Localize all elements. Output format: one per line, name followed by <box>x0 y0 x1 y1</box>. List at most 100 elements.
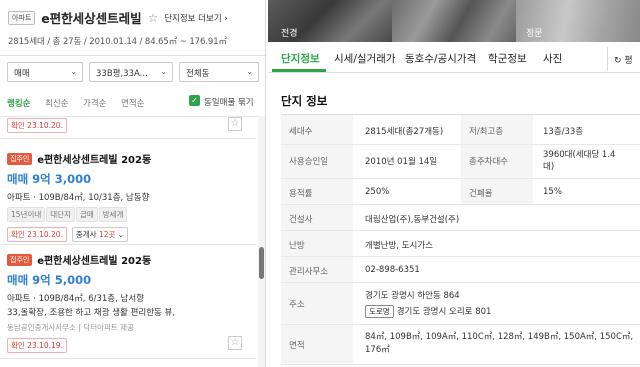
value: 대림산업(주),동부건설(주) <box>365 215 460 225</box>
chevron-down-icon: ⌄ <box>70 67 77 76</box>
owner-badge: 집주인 <box>7 152 33 165</box>
favorite-box-icon[interactable]: ☆ <box>228 117 242 131</box>
listing-tags: 15년이내 대단지 급매 방세개 <box>7 207 256 222</box>
chevron-down-icon: ⌄ <box>117 230 125 239</box>
listing-price: 매매 9억 5,000 <box>7 273 92 287</box>
checkbox-checked-icon[interactable]: ✓ <box>189 95 200 106</box>
complex-name: e편한세상센트레빌 <box>41 11 142 26</box>
value: 13층/33층 <box>543 127 584 137</box>
pyeong-toggle[interactable]: ↻ 평 <box>607 47 640 71</box>
scrollbar-thumb[interactable] <box>259 247 264 279</box>
chevron-down-icon: ⌄ <box>160 67 167 76</box>
tab-unit-price[interactable]: 동호수/공시가격 <box>405 51 476 66</box>
size-select[interactable]: 33B평,33A... ⌄ <box>89 62 173 82</box>
listing-price: 매매 9억 3,000 <box>7 172 92 186</box>
photo-thumbnail[interactable]: 전경 <box>268 0 392 42</box>
refresh-icon: ↻ <box>614 56 622 66</box>
star-icon[interactable]: ☆ <box>148 11 159 25</box>
active-tab-indicator <box>272 69 326 72</box>
label: 난방 <box>281 231 353 256</box>
scrollbar[interactable] <box>258 116 265 367</box>
agent-count-button[interactable]: 중개사 12곳 ⌄ <box>71 227 129 242</box>
sort-latest[interactable]: 최신순 <box>45 97 68 109</box>
divider <box>0 116 258 117</box>
info-row: 세대수 2815세대(총27개동) 저/최고층 13층/33층 <box>281 115 640 145</box>
listing-name: e편한세상센트레빌 202동 <box>37 155 152 166</box>
complex-summary: 2815세대 / 총 27동 / 2010.01.14 / 84.65㎡ ~ 1… <box>8 37 227 47</box>
value: 2815세대(총27개동) <box>365 127 444 137</box>
tab-complex-info[interactable]: 단지정보 <box>281 51 320 66</box>
label: 세대수 <box>281 115 353 144</box>
confirm-date: 확인 23.10.20. <box>7 118 67 133</box>
tag: 방세개 <box>98 207 128 222</box>
info-row: 관리사무소 02-898-6351 <box>281 257 640 283</box>
divider <box>0 55 265 56</box>
info-row: 용적률 250% 건폐율 15% <box>281 179 640 205</box>
value: 2010년 01월 14일 <box>365 157 438 167</box>
label: 건설사 <box>281 205 353 230</box>
label: 주소 <box>281 283 353 324</box>
value[interactable]: 02-898-6351 <box>365 265 420 275</box>
label: 저/최고층 <box>461 115 533 144</box>
confirm-date: 확인 23.10.19. <box>7 338 67 353</box>
favorite-box-icon[interactable]: ☆ <box>228 336 242 350</box>
value: 3960대(세대당 1.4대) <box>543 150 616 172</box>
confirm-date: 확인 23.10.20. <box>7 227 67 242</box>
value: 경기도 광명시 하안동 864 <box>365 291 460 301</box>
sort-bar: 랭킹순 최신순 가격순 면적순 ✓ 동일매물 묶기 <box>7 95 259 111</box>
section-title: 단지 정보 <box>281 94 328 108</box>
divider <box>0 138 256 139</box>
listing-spec: 아파트 · 109B/84㎡, 6/31층, 남서향 <box>7 294 144 304</box>
value: 250% <box>365 187 390 197</box>
photo-caption: 전경 <box>281 29 298 39</box>
label: 총주차대수 <box>461 145 533 178</box>
more-info-link[interactable]: 단지정보 더보기 › <box>164 14 228 24</box>
info-row: 건설사 대림산업(주),동부건설(주) <box>281 205 640 231</box>
apartment-badge: 아파트 <box>8 10 36 25</box>
label: 사용승인일 <box>281 145 353 178</box>
complex-header: 아파트 e편한세상센트레빌 ☆ 단지정보 더보기 › 2815세대 / 총 27… <box>0 0 265 52</box>
detail-panel: 전경 정문 단지정보 시세/실거래가 동호수/공시가격 학군정보 사진 ↻ 평 … <box>268 0 640 367</box>
photo-thumbnail[interactable] <box>392 0 516 42</box>
tab-photos[interactable]: 사진 <box>543 51 562 66</box>
label: 관리사무소 <box>281 257 353 282</box>
divider <box>0 244 256 245</box>
tag: 15년이내 <box>7 207 46 222</box>
listing-source: 동남공인중개사사무소 | 닥터아파트 제공 <box>7 323 134 332</box>
owner-badge: 집주인 <box>7 253 33 266</box>
chevron-down-icon: ⌄ <box>246 67 253 76</box>
label: 건폐율 <box>461 179 533 204</box>
road-badge: 도로명 <box>365 305 394 318</box>
listing-panel: 아파트 e편한세상센트레빌 ☆ 단지정보 더보기 › 2815세대 / 총 27… <box>0 0 266 367</box>
info-row: 면적 84㎡, 109B㎡, 109A㎡, 110C㎡, 128㎡, 149B㎡… <box>281 325 640 365</box>
road-address: 도로명 경기도 광명시 오리로 801 <box>365 305 491 318</box>
info-row: 난방 개별난방, 도시가스 <box>281 231 640 257</box>
label: 용적률 <box>281 179 353 204</box>
same-listing-label: 동일매물 묶기 <box>204 98 254 108</box>
listing-name: e편한세상센트레빌 202동 <box>37 256 152 267</box>
photo-strip: 전경 정문 <box>268 0 640 42</box>
photo-thumbnail[interactable]: 정문 <box>516 0 640 42</box>
tag: 대단지 <box>46 207 75 222</box>
dong-select[interactable]: 전체동 ⌄ <box>179 62 259 82</box>
sort-price[interactable]: 가격순 <box>83 97 106 109</box>
value: 15% <box>543 187 562 197</box>
trade-type-select[interactable]: 매매 ⌄ <box>7 62 83 82</box>
tab-school[interactable]: 학군정보 <box>488 51 527 66</box>
listing-item[interactable]: 확인 23.10.20. <box>0 118 256 136</box>
info-row: 주소 경기도 광명시 하안동 864 도로명 경기도 광명시 오리로 801 <box>281 283 640 325</box>
photo-caption: 정문 <box>526 29 543 39</box>
tab-price[interactable]: 시세/실거래가 <box>334 51 396 66</box>
tag: 급매 <box>75 207 98 222</box>
listing-item[interactable]: 집주인 e편한세상센트레빌 202동 매매 9억 5,000 아파트 · 109… <box>0 252 256 362</box>
divider <box>0 358 256 359</box>
label: 면적 <box>281 325 353 364</box>
listing-item[interactable]: 집주인 e편한세상센트레빌 202동 매매 9억 3,000 아파트 · 109… <box>0 151 256 242</box>
info-row: 사용승인일 2010년 01월 14일 총주차대수 3960대(세대당 1.4대… <box>281 145 640 179</box>
listing-description: 33,올확장, 조용한 하고 채광 생활 편리한동 뷰, <box>7 308 176 318</box>
complex-info-table: 세대수 2815세대(총27개동) 저/최고층 13층/33층 사용승인일 20… <box>281 114 640 365</box>
filter-bar: 매매 ⌄ 33B평,33A... ⌄ 전체동 ⌄ <box>7 62 259 84</box>
sort-ranking[interactable]: 랭킹순 <box>7 97 30 109</box>
sort-area[interactable]: 면적순 <box>121 97 144 109</box>
listing-spec: 아파트 · 109B/84㎡, 10/31층, 남동향 <box>7 193 150 203</box>
